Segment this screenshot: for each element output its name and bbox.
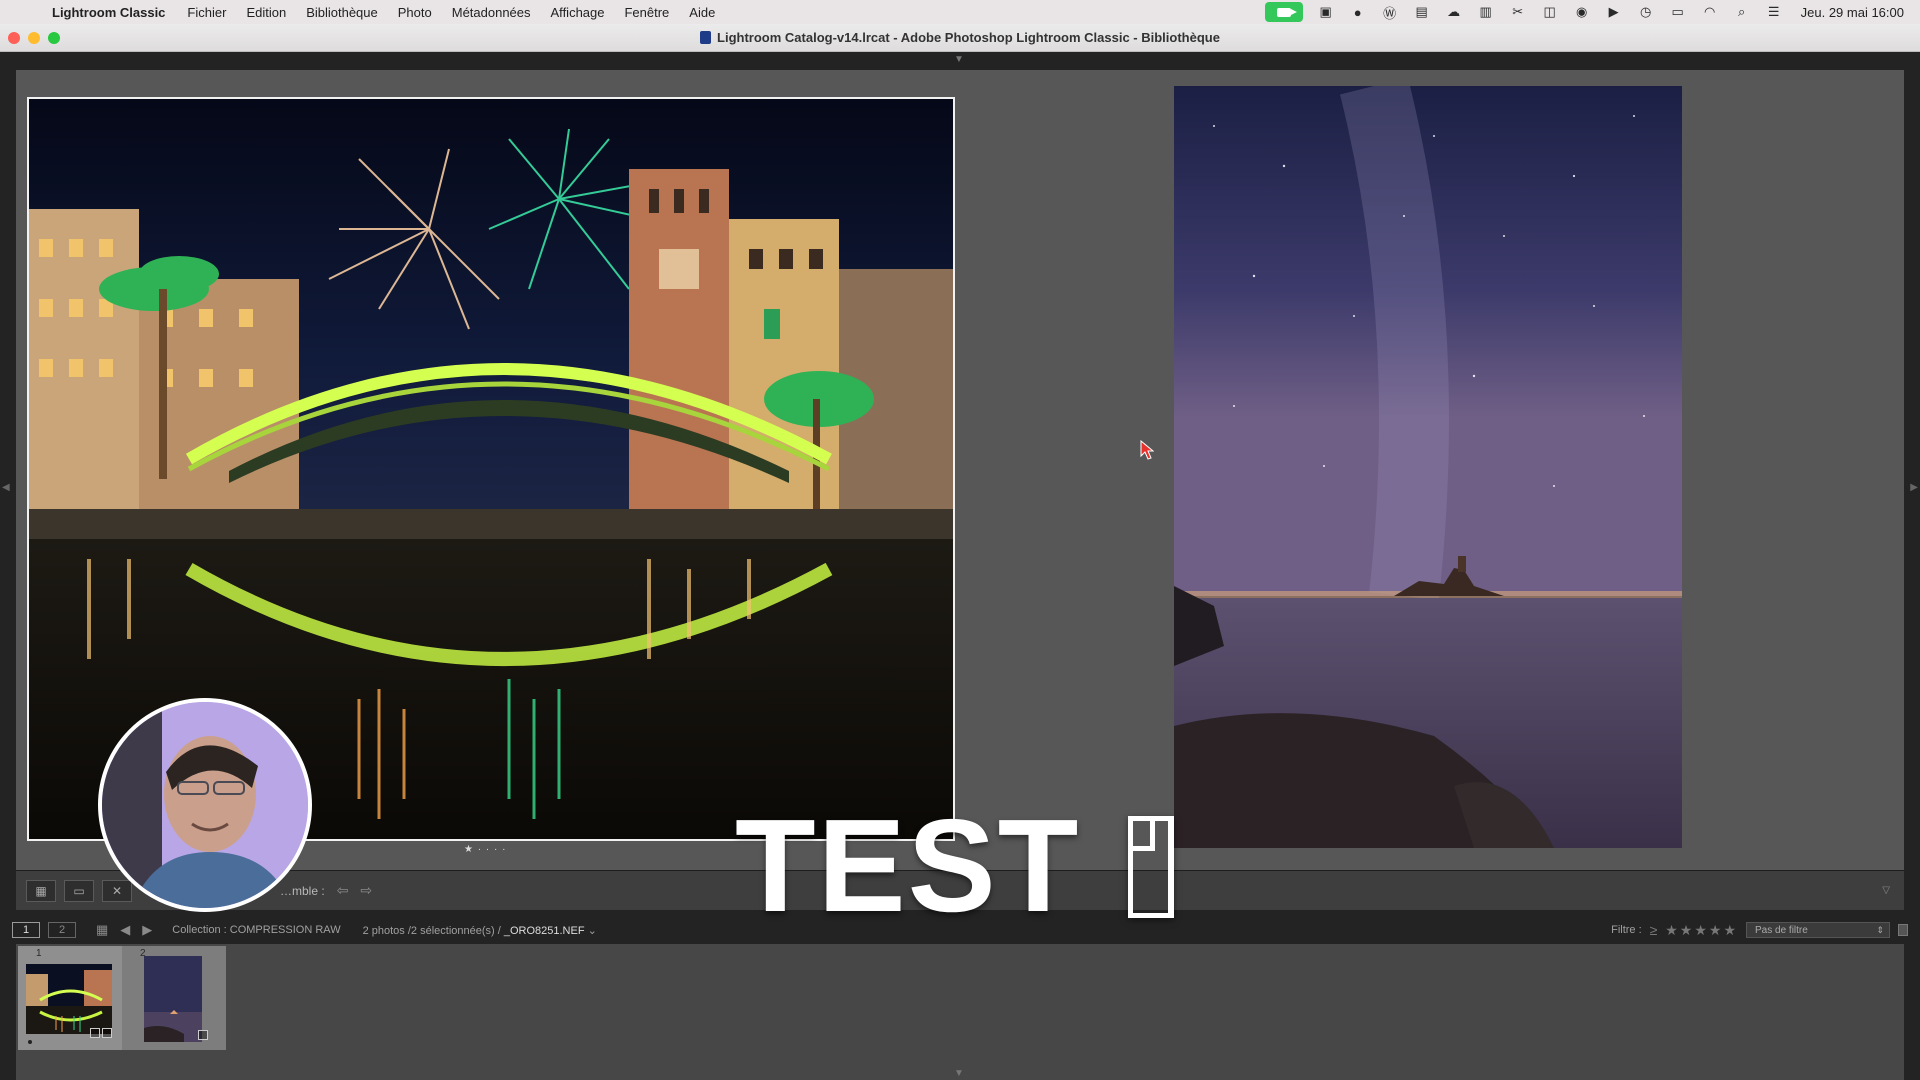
screen-record-icon[interactable]: ▣ xyxy=(1317,4,1335,20)
window-title-bar: Lightroom Catalog-v14.lrcat - Adobe Phot… xyxy=(0,24,1920,52)
secondary-display-button[interactable]: 2 xyxy=(48,922,76,938)
control-center-icon[interactable]: ☰ xyxy=(1765,4,1783,20)
compare-view-button[interactable]: ✕ xyxy=(102,879,132,902)
filter-label: Filtre : xyxy=(1611,924,1642,936)
test-title-overlay: TEST xyxy=(735,792,1081,939)
forward-arrow-icon[interactable]: ▶ xyxy=(142,922,152,938)
clock[interactable]: Jeu. 29 mai 16:00 xyxy=(1801,5,1904,20)
close-button[interactable] xyxy=(8,32,20,44)
thumbnail-harbor[interactable] xyxy=(26,964,112,1034)
presenter-avatar xyxy=(102,702,308,908)
file-menu-chevron-icon[interactable]: ⌄ xyxy=(588,925,597,937)
edit-badge-icon xyxy=(102,1028,112,1038)
webcam-overlay xyxy=(98,698,312,912)
primary-display-button[interactable]: 1 xyxy=(12,922,40,938)
user-circle-icon[interactable]: ◉ xyxy=(1573,4,1591,20)
filter-select[interactable]: Pas de filtre xyxy=(1746,922,1890,938)
left-panel-toggle-icon[interactable]: ◀ xyxy=(2,482,10,493)
grid-view-button[interactable]: ▦ xyxy=(26,879,56,902)
candidate-photo[interactable] xyxy=(1174,86,1682,848)
back-arrow-icon[interactable]: ◀ xyxy=(120,922,130,938)
bottom-panel-toggle-icon[interactable]: ▼ xyxy=(954,1068,964,1079)
play-circle-icon[interactable]: ● xyxy=(1349,4,1367,20)
milky-way-seascape-image xyxy=(1174,86,1682,848)
notes-icon[interactable]: ▥ xyxy=(1477,4,1495,20)
menu-fichier[interactable]: Fichier xyxy=(187,5,226,20)
battery-icon[interactable]: ▭ xyxy=(1669,4,1687,20)
time-machine-icon[interactable]: ◷ xyxy=(1637,4,1655,20)
scissors-icon[interactable]: ✂ xyxy=(1509,4,1527,20)
w-circle-icon[interactable]: Ⓦ xyxy=(1381,4,1399,21)
menu-app-name[interactable]: Lightroom Classic xyxy=(52,5,165,20)
file-name[interactable]: _ORO8251.NEF xyxy=(504,925,585,937)
document-icon xyxy=(700,31,712,44)
loupe-view-button[interactable]: ▭ xyxy=(64,879,94,902)
window-title-text: Lightroom Catalog-v14.lrcat - Adobe Phot… xyxy=(717,30,1220,45)
filmstrip-cell[interactable]: 1 xyxy=(18,946,122,1050)
split-view-icon[interactable]: ◫ xyxy=(1541,4,1559,20)
photo-count-text: 2 photos /2 sélectionnée(s) / xyxy=(362,924,501,937)
collection-badge-icon xyxy=(90,1028,100,1038)
play-icon[interactable]: ▶ xyxy=(1605,4,1623,20)
window-controls xyxy=(8,32,60,44)
collection-path[interactable]: Collection : COMPRESSION RAW xyxy=(172,924,340,936)
star-filter[interactable]: ≥ ★★★★★ xyxy=(1650,922,1738,939)
status-area: ▣ ● Ⓦ ▤ ☁ ▥ ✂ ◫ ◉ ▶ ◷ ▭ ◠ ⌕ ☰ Jeu. 29 ma… xyxy=(1264,0,1904,24)
premiere-icon[interactable]: ▤ xyxy=(1413,4,1431,20)
filter-area: Filtre : ≥ ★★★★★ Pas de filtre xyxy=(1611,918,1908,942)
next-arrow-icon[interactable]: ⇨ xyxy=(360,882,372,899)
search-icon[interactable]: ⌕ xyxy=(1733,4,1751,20)
window-title: Lightroom Catalog-v14.lrcat - Adobe Phot… xyxy=(700,30,1220,45)
harbor-thumbnail-image xyxy=(26,964,112,1034)
thumbnail-milky-way[interactable] xyxy=(144,956,202,1042)
photo-count: 2 photos /2 sélectionnée(s) / _ORO8251.N… xyxy=(363,924,597,937)
filmstrip-cell[interactable]: 2 xyxy=(122,946,226,1050)
right-panel-toggle-icon[interactable]: ▶ xyxy=(1910,482,1918,493)
toolbar-menu-chevron-icon[interactable]: ▽ xyxy=(1882,885,1890,896)
menu-aide[interactable]: Aide xyxy=(689,5,715,20)
facetime-icon[interactable] xyxy=(1264,2,1303,22)
milky-way-thumbnail-image xyxy=(144,956,202,1042)
zoom-button[interactable] xyxy=(48,32,60,44)
compare-view: ★ · · · · xyxy=(16,70,1904,870)
creative-cloud-icon[interactable]: ☁ xyxy=(1445,4,1463,20)
selection-dot xyxy=(28,1040,32,1044)
menu-fenetre[interactable]: Fenêtre xyxy=(624,5,669,20)
cell-number: 1 xyxy=(36,948,42,959)
menu-bar: Lightroom Classic Fichier Edition Biblio… xyxy=(0,0,1920,24)
edit-badge-icon xyxy=(198,1030,208,1040)
menu-bibliotheque[interactable]: Bibliothèque xyxy=(306,5,378,20)
top-panel-toggle-icon[interactable]: ▼ xyxy=(954,54,964,65)
filter-lock-icon[interactable] xyxy=(1898,924,1908,936)
outline-number-one-icon xyxy=(1128,816,1174,918)
menu-metadonnees[interactable]: Métadonnées xyxy=(452,5,531,20)
filmstrip: 1 2 xyxy=(16,944,1904,1080)
mouse-cursor-icon xyxy=(1140,440,1154,460)
grid-icon[interactable]: ▦ xyxy=(96,922,108,938)
minimize-button[interactable] xyxy=(28,32,40,44)
toolbar-label: …mble : xyxy=(280,883,325,898)
rating-dots: ★ · · · · xyxy=(464,844,507,855)
menu-edition[interactable]: Edition xyxy=(246,5,286,20)
menu-affichage[interactable]: Affichage xyxy=(551,5,605,20)
menu-photo[interactable]: Photo xyxy=(398,5,432,20)
wifi-icon[interactable]: ◠ xyxy=(1701,4,1719,20)
previous-arrow-icon[interactable]: ⇦ xyxy=(337,882,349,899)
screen: Lightroom Classic Fichier Edition Biblio… xyxy=(0,0,1920,1080)
